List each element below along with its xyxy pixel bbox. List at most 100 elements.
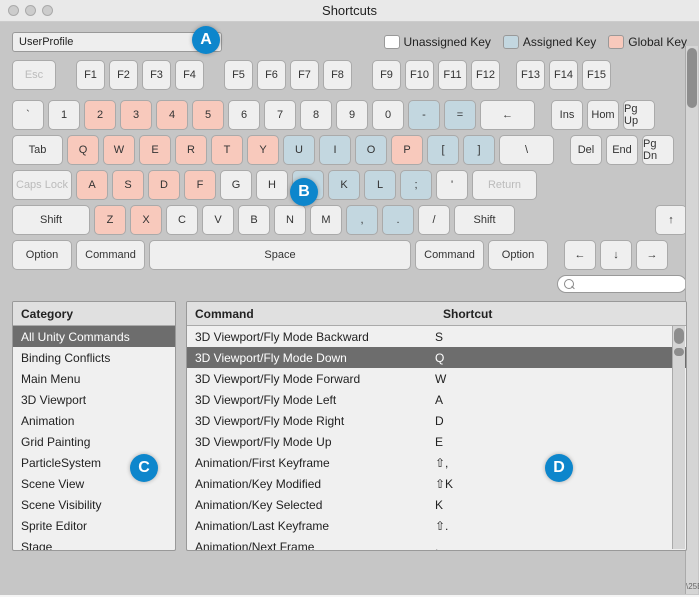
key-8[interactable]: 8 <box>300 100 332 130</box>
key-shift[interactable]: Shift <box>12 205 90 235</box>
key-[interactable]: → <box>636 240 668 270</box>
key-2[interactable]: 2 <box>84 100 116 130</box>
key-[interactable]: / <box>418 205 450 235</box>
command-row[interactable]: Animation/Last Keyframe⇧. <box>187 515 686 536</box>
key-m[interactable]: M <box>310 205 342 235</box>
key-pgdn[interactable]: Pg Dn <box>642 135 674 165</box>
command-row[interactable]: Animation/Next Frame. <box>187 536 686 550</box>
key-end[interactable]: End <box>606 135 638 165</box>
key-x[interactable]: X <box>130 205 162 235</box>
key-[interactable]: ↑ <box>655 205 687 235</box>
category-item[interactable]: Binding Conflicts <box>13 347 175 368</box>
key-option[interactable]: Option <box>488 240 548 270</box>
key-o[interactable]: O <box>355 135 387 165</box>
key-f14[interactable]: F14 <box>549 60 578 90</box>
key-q[interactable]: Q <box>67 135 99 165</box>
key-tab[interactable]: Tab <box>12 135 63 165</box>
key-f8[interactable]: F8 <box>323 60 352 90</box>
key-f3[interactable]: F3 <box>142 60 171 90</box>
key-t[interactable]: T <box>211 135 243 165</box>
key-9[interactable]: 9 <box>336 100 368 130</box>
key-pgup[interactable]: Pg Up <box>623 100 655 130</box>
key-[interactable]: . <box>382 205 414 235</box>
category-item[interactable]: Stage <box>13 536 175 550</box>
key-f11[interactable]: F11 <box>438 60 467 90</box>
key-v[interactable]: V <box>202 205 234 235</box>
command-row[interactable]: 3D Viewport/Fly Mode DownQ <box>187 347 686 368</box>
key-[interactable]: ↓ <box>600 240 632 270</box>
key-7[interactable]: 7 <box>264 100 296 130</box>
key-f12[interactable]: F12 <box>471 60 500 90</box>
command-row[interactable]: 3D Viewport/Fly Mode RightD <box>187 410 686 431</box>
key-[interactable]: [ <box>427 135 459 165</box>
key-f13[interactable]: F13 <box>516 60 545 90</box>
key-f1[interactable]: F1 <box>76 60 105 90</box>
key-c[interactable]: C <box>166 205 198 235</box>
key-return[interactable]: Return <box>472 170 537 200</box>
key-f10[interactable]: F10 <box>405 60 434 90</box>
key-f[interactable]: F <box>184 170 216 200</box>
key-j[interactable]: J <box>292 170 324 200</box>
key-capslock[interactable]: Caps Lock <box>12 170 72 200</box>
key-e[interactable]: E <box>139 135 171 165</box>
key-[interactable]: ← <box>564 240 596 270</box>
command-scrollbar[interactable] <box>672 326 685 549</box>
category-item[interactable]: ParticleSystem <box>13 452 175 473</box>
key-[interactable]: , <box>346 205 378 235</box>
command-row[interactable]: 3D Viewport/Fly Mode ForwardW <box>187 368 686 389</box>
key-command[interactable]: Command <box>415 240 484 270</box>
key-[interactable]: - <box>408 100 440 130</box>
category-item[interactable]: Main Menu <box>13 368 175 389</box>
key-4[interactable]: 4 <box>156 100 188 130</box>
key-z[interactable]: Z <box>94 205 126 235</box>
key-[interactable]: ' <box>436 170 468 200</box>
key-f9[interactable]: F9 <box>372 60 401 90</box>
key-[interactable]: ` <box>12 100 44 130</box>
key-command[interactable]: Command <box>76 240 145 270</box>
zoom-icon[interactable] <box>42 5 53 16</box>
key-shift[interactable]: Shift <box>454 205 515 235</box>
key-option[interactable]: Option <box>12 240 72 270</box>
key-r[interactable]: R <box>175 135 207 165</box>
key-i[interactable]: I <box>319 135 351 165</box>
key-[interactable]: \ <box>499 135 554 165</box>
key-g[interactable]: G <box>220 170 252 200</box>
command-row[interactable]: 3D Viewport/Fly Mode LeftA <box>187 389 686 410</box>
key-f4[interactable]: F4 <box>175 60 204 90</box>
key-u[interactable]: U <box>283 135 315 165</box>
key-d[interactable]: D <box>148 170 180 200</box>
key-del[interactable]: Del <box>570 135 602 165</box>
key-[interactable]: ; <box>400 170 432 200</box>
command-row[interactable]: 3D Viewport/Fly Mode UpE <box>187 431 686 452</box>
key-0[interactable]: 0 <box>372 100 404 130</box>
key-[interactable]: = <box>444 100 476 130</box>
key-y[interactable]: Y <box>247 135 279 165</box>
key-s[interactable]: S <box>112 170 144 200</box>
command-row[interactable]: 3D Viewport/Fly Mode BackwardS <box>187 326 686 347</box>
key-hom[interactable]: Hom <box>587 100 619 130</box>
key-f5[interactable]: F5 <box>224 60 253 90</box>
command-row[interactable]: Animation/Key SelectedK <box>187 494 686 515</box>
key-w[interactable]: W <box>103 135 135 165</box>
key-6[interactable]: 6 <box>228 100 260 130</box>
category-item[interactable]: Animation <box>13 410 175 431</box>
key-f7[interactable]: F7 <box>290 60 319 90</box>
key-5[interactable]: 5 <box>192 100 224 130</box>
key-esc[interactable]: Esc <box>12 60 56 90</box>
category-item[interactable]: Scene Visibility <box>13 494 175 515</box>
key-1[interactable]: 1 <box>48 100 80 130</box>
key-f6[interactable]: F6 <box>257 60 286 90</box>
key-f15[interactable]: F15 <box>582 60 611 90</box>
key-a[interactable]: A <box>76 170 108 200</box>
profile-dropdown[interactable]: UserProfile <box>12 32 222 52</box>
key-[interactable]: ← <box>480 100 535 130</box>
category-item[interactable]: Grid Painting <box>13 431 175 452</box>
search-input[interactable] <box>557 275 687 293</box>
key-k[interactable]: K <box>328 170 360 200</box>
key-ins[interactable]: Ins <box>551 100 583 130</box>
category-item[interactable]: 3D Viewport <box>13 389 175 410</box>
command-scrollbar-thumb[interactable] <box>674 328 684 344</box>
command-scrollbar-marker[interactable] <box>674 348 684 356</box>
key-f2[interactable]: F2 <box>109 60 138 90</box>
category-item[interactable]: All Unity Commands <box>13 326 175 347</box>
